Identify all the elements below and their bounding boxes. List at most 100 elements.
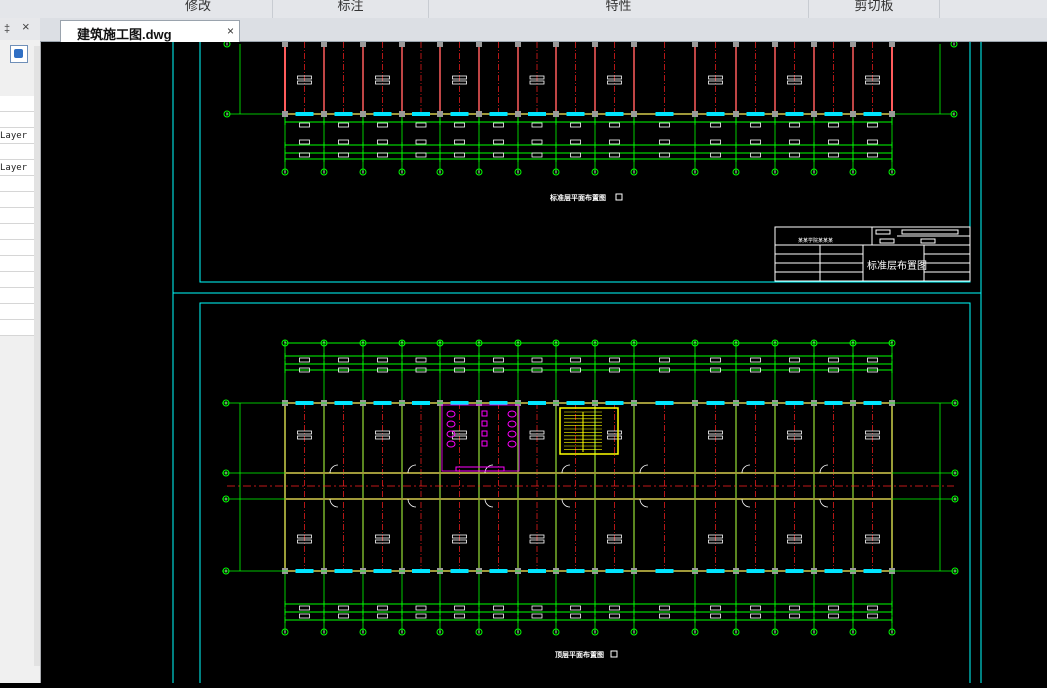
column <box>889 42 895 47</box>
layer-row[interactable] <box>0 320 34 336</box>
dimension-text <box>750 122 761 128</box>
dimension-text <box>531 605 543 611</box>
close-icon[interactable]: × <box>227 24 234 38</box>
door-swing <box>484 498 494 508</box>
ribbon-panel-bar: 修改 标注 特性 剪切板 <box>0 0 1047 19</box>
layer-row[interactable] <box>0 208 34 224</box>
window <box>528 401 546 405</box>
dimension-text <box>867 605 878 611</box>
column <box>399 111 405 117</box>
layer-row[interactable]: Layer <box>0 160 34 176</box>
palette-close-icon[interactable]: × <box>22 20 30 34</box>
column <box>631 111 637 117</box>
window <box>373 569 392 573</box>
column <box>282 111 288 117</box>
column <box>733 111 739 117</box>
window <box>528 112 546 116</box>
window <box>489 112 508 116</box>
dimension-text <box>415 605 427 611</box>
upper-sheet-caption: 标准层平面布置图 <box>549 193 606 202</box>
palette-scrollbar[interactable] <box>34 46 40 666</box>
dimension-text <box>828 605 839 611</box>
pin-icon[interactable]: ‡ <box>4 22 10 36</box>
dimension-text <box>454 605 465 611</box>
window <box>655 569 674 573</box>
dimension-text <box>377 122 388 128</box>
layer-row[interactable] <box>0 112 34 128</box>
window <box>863 112 882 116</box>
dimension-text <box>710 139 721 145</box>
dimension-text <box>377 139 388 145</box>
dimension-text <box>338 152 349 158</box>
lower-sheet-caption: 顶层平面布置图 <box>555 650 604 659</box>
window <box>706 112 725 116</box>
door-swing <box>639 464 649 474</box>
window <box>824 569 843 573</box>
dimension-text <box>454 152 465 158</box>
column <box>282 42 288 47</box>
dimension-text <box>415 613 427 619</box>
window <box>334 401 353 405</box>
layer-row[interactable] <box>0 304 34 320</box>
column <box>811 111 817 117</box>
dimension-text <box>609 605 620 611</box>
column <box>592 42 598 47</box>
window <box>746 401 765 405</box>
window <box>655 401 674 405</box>
ribbon-group-clipboard[interactable]: 剪切板 <box>809 0 940 18</box>
window <box>706 569 725 573</box>
dimension-text <box>659 139 670 145</box>
toilet-fixture <box>507 420 517 428</box>
new-layer-button[interactable] <box>10 45 28 63</box>
window <box>295 569 314 573</box>
column <box>631 42 637 47</box>
layer-row[interactable] <box>0 192 34 208</box>
dimension-text <box>454 613 465 619</box>
layer-row[interactable] <box>0 96 34 112</box>
toilet-fixture <box>507 430 517 438</box>
layer-row[interactable]: Layer <box>0 128 34 144</box>
dimension-text <box>415 357 427 363</box>
layer-row[interactable] <box>0 224 34 240</box>
column <box>850 42 856 47</box>
dimension-text <box>299 357 310 363</box>
drawing-canvas[interactable]: 某某学院某某某 标准层布置图 标准层平面布置图 顶层平面布置图 <box>42 39 1047 688</box>
dimension-text <box>531 357 543 363</box>
dimension-text <box>609 139 620 145</box>
window <box>605 569 624 573</box>
document-tab[interactable]: 建筑施工图.dwg × <box>60 20 240 42</box>
window <box>746 569 765 573</box>
ribbon-group-modify[interactable]: 修改 <box>124 0 273 18</box>
lower-floor-plan <box>222 339 959 636</box>
column <box>850 111 856 117</box>
title-block: 某某学院某某某 标准层布置图 <box>774 226 971 282</box>
dimension-text <box>531 122 543 128</box>
window <box>489 569 508 573</box>
column <box>437 111 443 117</box>
toilet-fixture <box>446 440 456 448</box>
dimension-text <box>338 122 349 128</box>
layer-row[interactable] <box>0 144 34 160</box>
layer-row[interactable] <box>0 272 34 288</box>
layer-row[interactable] <box>0 288 34 304</box>
dimension-text <box>570 122 581 128</box>
ribbon-group-annotate[interactable]: 标注 <box>273 0 429 18</box>
ribbon-group-properties[interactable]: 特性 <box>429 0 809 18</box>
column <box>476 42 482 47</box>
dimension-text <box>750 605 761 611</box>
layer-row[interactable] <box>0 256 34 272</box>
column <box>772 111 778 117</box>
layer-row[interactable] <box>0 240 34 256</box>
dimension-text <box>299 139 310 145</box>
ribbon-group-modify-label: 修改 <box>184 0 211 13</box>
layer-row[interactable] <box>0 176 34 192</box>
dimension-text <box>867 139 878 145</box>
dimension-text <box>789 357 800 363</box>
window <box>295 112 314 116</box>
dimension-text <box>789 122 800 128</box>
dimension-text <box>659 613 670 619</box>
dimension-text <box>750 152 761 158</box>
cad-drawing[interactable]: 某某学院某某某 标准层布置图 标准层平面布置图 顶层平面布置图 <box>42 39 1047 688</box>
dimension-text <box>299 613 310 619</box>
layer-list: Layer Layer <box>0 96 34 336</box>
